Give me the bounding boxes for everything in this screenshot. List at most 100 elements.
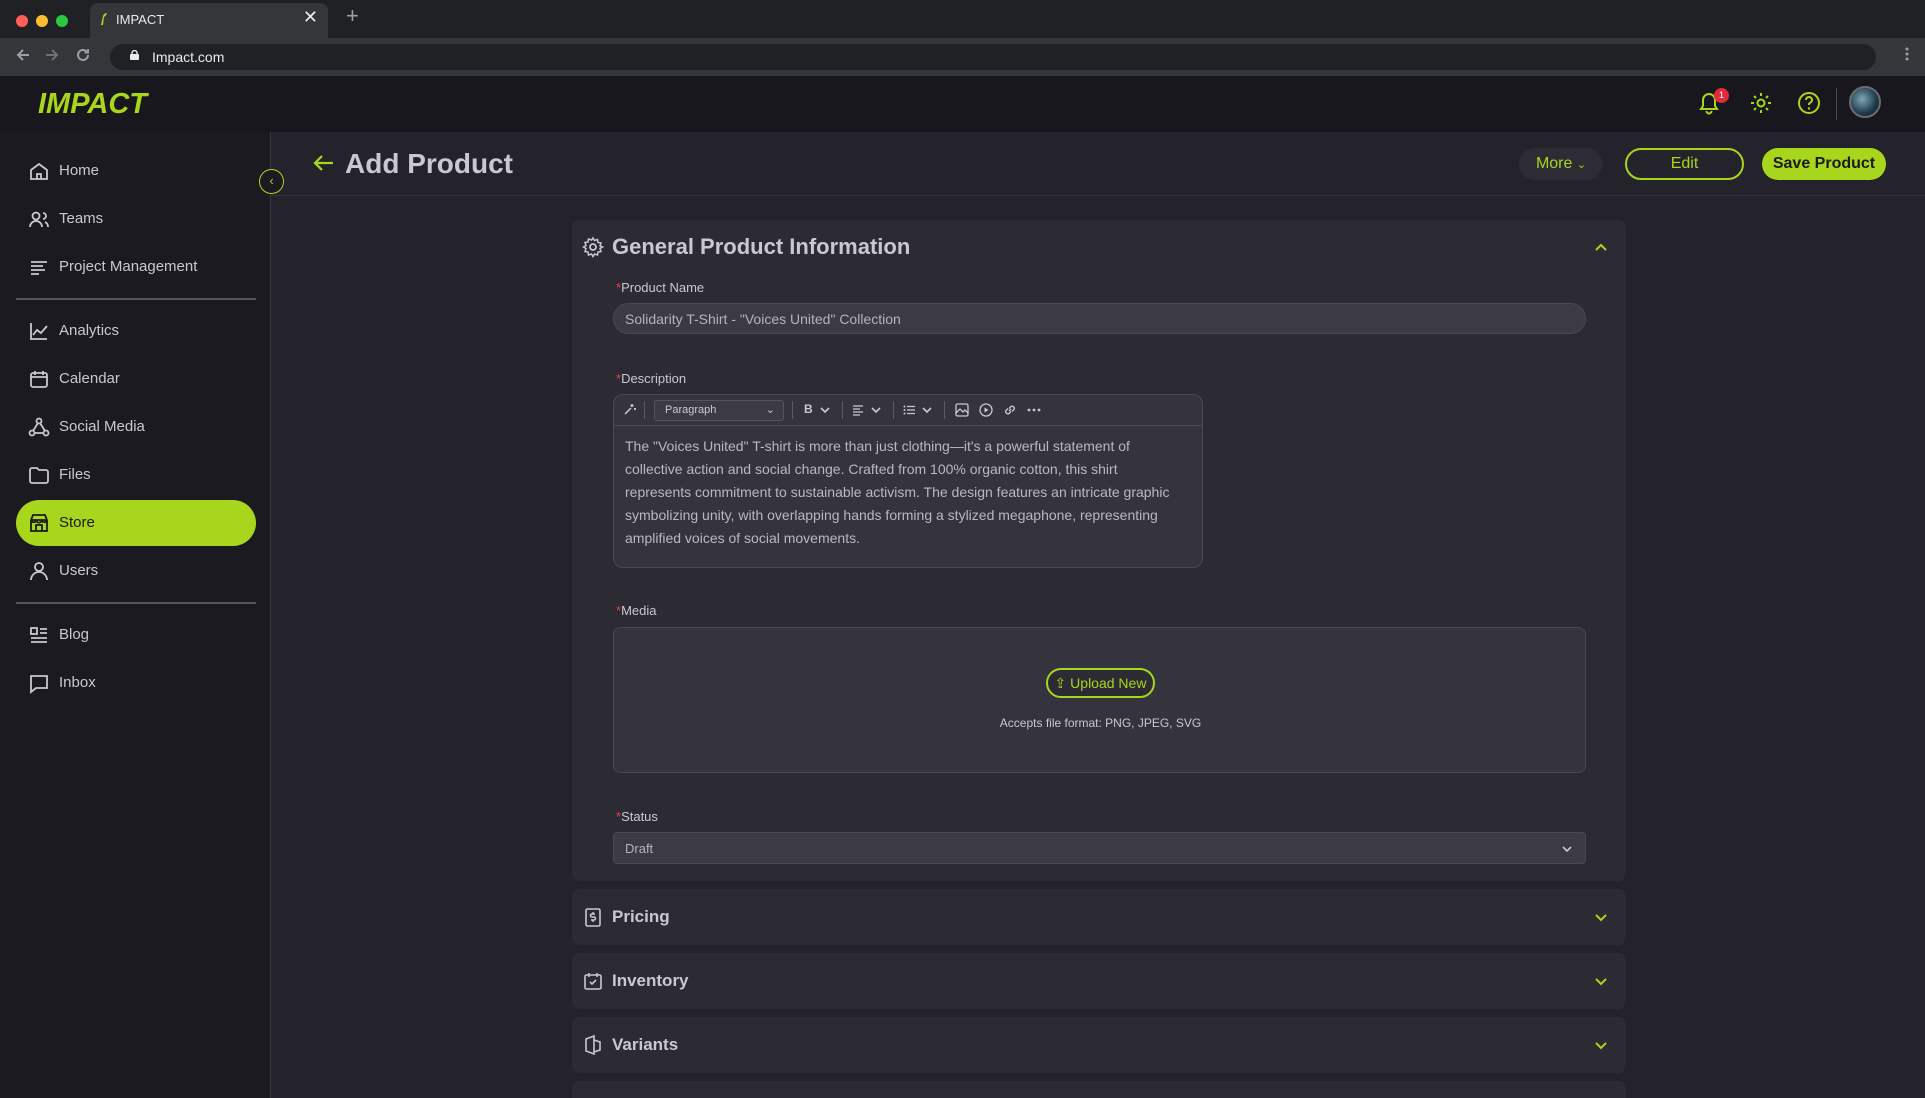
upload-new-button[interactable]: ⇪ Upload New (1046, 668, 1155, 698)
link-icon[interactable] (1003, 403, 1017, 417)
users-icon (29, 211, 49, 228)
status-label: *Status (616, 809, 658, 824)
sidebar-item-label: Blog (59, 626, 90, 643)
impact-favicon-icon (101, 13, 107, 25)
reload-icon[interactable] (74, 46, 92, 64)
sidebar-item-label: Users (59, 562, 99, 579)
sidebar-item-label: Calendar (59, 370, 120, 387)
back-arrow-icon[interactable] (312, 151, 336, 175)
toolbar-divider (893, 401, 894, 419)
chevron-up-icon[interactable] (1594, 240, 1608, 254)
toolbar-divider (842, 401, 843, 419)
maximize-window-button[interactable] (56, 15, 68, 27)
close-window-button[interactable] (16, 15, 28, 27)
avatar[interactable] (1849, 86, 1881, 118)
sidebar-item-label: Project Management (59, 258, 198, 275)
folder-icon (29, 467, 49, 484)
gear-icon (582, 236, 604, 258)
share-icon (28, 417, 50, 437)
list-icon (31, 261, 47, 275)
tab-title: IMPACT (116, 12, 165, 27)
variants-icon (585, 1034, 601, 1056)
sidebar-item-users[interactable]: Users (16, 548, 256, 594)
help-icon[interactable] (1796, 90, 1822, 116)
toolbar-divider (792, 401, 793, 419)
chevron-down-icon[interactable] (870, 404, 882, 416)
pricing-section[interactable]: Pricing (572, 889, 1626, 945)
impact-logo[interactable]: IMPACT (38, 88, 147, 121)
browser-toolbar: Impact.com (0, 38, 1925, 76)
chevron-down-icon: ⌄ (1576, 159, 1587, 171)
sidebar-item-store[interactable]: Store (16, 500, 256, 546)
status-select[interactable]: Draft (613, 832, 1586, 864)
variants-section[interactable]: Variants (572, 1017, 1626, 1073)
inbox-icon (30, 675, 48, 694)
inventory-icon (584, 973, 602, 990)
edit-button[interactable]: Edit (1625, 148, 1744, 180)
browser-tab[interactable]: IMPACT ✕ (90, 3, 328, 38)
product-name-input[interactable]: Solidarity T-Shirt - "Voices United" Col… (613, 303, 1586, 334)
status-value: Draft (625, 841, 654, 856)
sidebar-item-inbox[interactable]: Inbox (16, 660, 256, 706)
toolbar-divider (944, 401, 945, 419)
user-icon (30, 562, 48, 581)
paragraph-option: Paragraph (665, 404, 717, 416)
sidebar-item-blog[interactable]: Blog (16, 612, 256, 658)
bold-button[interactable]: B (804, 402, 813, 416)
sidebar-item-files[interactable]: Files (16, 452, 256, 498)
media-label: *Media (616, 603, 657, 618)
align-left-icon[interactable] (852, 404, 864, 416)
sidebar: Home Teams Project Management Analytics … (0, 132, 271, 1098)
forward-nav-icon[interactable] (43, 46, 61, 64)
new-tab-button[interactable]: + (346, 3, 359, 29)
save-product-button[interactable]: Save Product (1762, 148, 1886, 180)
description-editor[interactable]: Paragraph ⌄ B The "Voices United" T-shirt… (613, 394, 1203, 568)
media-dropzone[interactable]: ⇪ Upload New Accepts file format: PNG, J… (613, 627, 1586, 773)
editor-toolbar: Paragraph ⌄ B (614, 395, 1202, 426)
inventory-section[interactable]: Inventory (572, 953, 1626, 1009)
notification-badge: 1 (1714, 88, 1729, 103)
page-header: Add Product More ⌄ Edit Save Product (272, 132, 1925, 196)
chevron-down-icon[interactable] (921, 404, 933, 416)
chevron-down-icon[interactable] (1594, 1039, 1608, 1053)
paragraph-select[interactable]: Paragraph ⌄ (654, 400, 784, 421)
browser-tab-strip: IMPACT ✕ + (0, 0, 1925, 38)
page-title: Add Product (345, 148, 513, 179)
tab-close-icon[interactable]: ✕ (303, 7, 318, 28)
next-section-partial (572, 1081, 1626, 1098)
back-nav-icon[interactable] (14, 46, 32, 64)
browser-menu-icon[interactable] (1905, 46, 1909, 62)
accepted-formats-text: Accepts file format: PNG, JPEG, SVG (999, 716, 1202, 730)
sidebar-item-teams[interactable]: Teams (16, 196, 256, 242)
sidebar-item-label: Inbox (59, 674, 96, 691)
description-text[interactable]: The "Voices United" T-shirt is more than… (625, 435, 1185, 550)
bullet-list-icon[interactable] (903, 404, 915, 416)
chevron-down-icon[interactable] (1594, 975, 1608, 989)
chevron-down-icon[interactable] (1594, 911, 1608, 925)
upload-icon: ⇪ (1054, 675, 1067, 691)
more-options-icon[interactable] (1027, 408, 1041, 412)
sidebar-item-label: Social Media (59, 418, 145, 435)
sidebar-item-home[interactable]: Home (16, 148, 256, 194)
video-icon[interactable] (979, 403, 993, 417)
minimize-window-button[interactable] (36, 15, 48, 27)
chevron-down-icon (1562, 846, 1572, 853)
image-icon[interactable] (955, 403, 969, 417)
sidebar-item-label: Store (59, 514, 95, 531)
general-info-card: General Product Information *Product Nam… (572, 220, 1626, 881)
sidebar-item-project-management[interactable]: Project Management (16, 244, 256, 290)
sidebar-item-label: Home (59, 162, 100, 179)
more-button[interactable]: More ⌄ (1519, 148, 1603, 180)
lock-icon (130, 50, 139, 60)
header-divider (1836, 88, 1837, 120)
sidebar-item-label: Analytics (59, 322, 120, 339)
chevron-down-icon[interactable] (819, 404, 831, 416)
sidebar-item-analytics[interactable]: Analytics (16, 308, 256, 354)
ai-magic-icon[interactable] (623, 402, 637, 416)
sidebar-item-label: Teams (59, 210, 104, 227)
gear-icon[interactable] (1748, 90, 1774, 116)
address-bar[interactable]: Impact.com (110, 44, 1876, 70)
blog-icon (30, 627, 47, 643)
sidebar-item-social-media[interactable]: Social Media (16, 404, 256, 450)
sidebar-item-calendar[interactable]: Calendar (16, 356, 256, 402)
